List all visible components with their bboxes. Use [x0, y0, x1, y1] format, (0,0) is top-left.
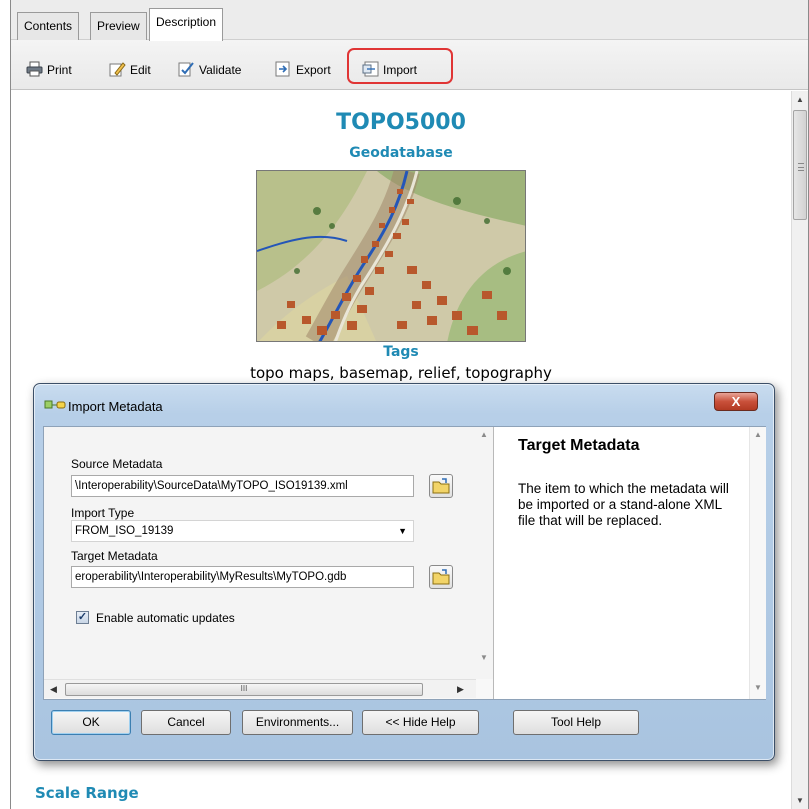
printer-icon [26, 61, 43, 77]
topographic-map-thumbnail [256, 170, 526, 342]
scroll-grip-icon [798, 163, 804, 171]
tab-strip: Contents Preview Description [11, 0, 808, 41]
dialog-title: Import Metadata [68, 399, 163, 414]
edit-icon [109, 62, 126, 77]
scroll-down-arrow-icon[interactable]: ▼ [480, 653, 488, 662]
help-scrollbar[interactable]: ▲ ▼ [749, 427, 766, 699]
open-folder-icon [432, 478, 450, 494]
validate-label: Validate [199, 63, 242, 77]
item-title: TOPO5000 [336, 110, 466, 135]
import-type-select[interactable]: FROM_ISO_19139 ▼ [71, 520, 414, 542]
browse-source-button[interactable] [429, 474, 453, 498]
validate-button[interactable]: Validate [178, 60, 241, 80]
scroll-up-arrow-icon[interactable]: ▲ [480, 430, 488, 439]
close-button[interactable]: X [714, 392, 758, 411]
help-title: Target Metadata [518, 437, 640, 454]
edit-label: Edit [130, 63, 151, 77]
enable-updates-label: Enable automatic updates [96, 611, 235, 625]
export-label: Export [296, 63, 331, 77]
tags-heading: Tags [383, 344, 419, 360]
tool-help-button[interactable]: Tool Help [513, 710, 639, 735]
import-metadata-dialog: Import Metadata X Source Metadata \Inter… [33, 383, 775, 761]
cancel-button[interactable]: Cancel [141, 710, 231, 735]
tab-preview[interactable]: Preview [90, 12, 147, 40]
ok-button[interactable]: OK [51, 710, 131, 735]
parameters-pane: Source Metadata \Interoperability\Source… [44, 427, 494, 699]
description-scrollbar[interactable]: ▲ ▼ [791, 91, 808, 809]
enable-updates-checkbox[interactable]: ✓ [76, 611, 89, 624]
print-button[interactable]: Print [26, 60, 72, 80]
scale-range-heading: Scale Range [35, 784, 139, 802]
environments-button[interactable]: Environments... [242, 710, 353, 735]
import-highlight-annotation [347, 48, 453, 84]
tab-contents[interactable]: Contents [17, 12, 80, 40]
parameters-horizontal-scrollbar[interactable]: ◀ III ▶ [44, 679, 476, 698]
tags-text: topo maps, basemap, relief, topography [250, 364, 552, 382]
export-button[interactable]: Export [275, 60, 331, 80]
target-metadata-input[interactable]: eroperability\Interoperability\MyResults… [71, 566, 414, 588]
parameters-vertical-scrollbar[interactable]: ▲ ▼ [476, 427, 493, 679]
scroll-right-arrow-icon[interactable]: ▶ [457, 684, 464, 695]
scrollbar-thumb[interactable] [793, 110, 807, 220]
scroll-down-arrow-icon[interactable]: ▼ [754, 683, 762, 692]
scroll-down-arrow-icon[interactable]: ▼ [792, 792, 808, 809]
edit-button[interactable]: Edit [109, 60, 151, 80]
import-type-value: FROM_ISO_19139 [75, 525, 174, 537]
dropdown-arrow-icon[interactable]: ▼ [398, 521, 407, 541]
dialog-body: Source Metadata \Interoperability\Source… [43, 426, 766, 700]
source-metadata-label: Source Metadata [71, 457, 163, 471]
export-icon [275, 61, 290, 77]
target-metadata-label: Target Metadata [71, 549, 158, 563]
print-label: Print [47, 63, 72, 77]
scroll-up-arrow-icon[interactable]: ▲ [792, 91, 808, 108]
parameters-area: Source Metadata \Interoperability\Source… [44, 427, 476, 679]
import-type-label: Import Type [71, 506, 135, 520]
horizontal-scroll-thumb[interactable]: III [65, 683, 423, 696]
help-text: The item to which the metadata will be i… [518, 481, 729, 528]
browse-target-button[interactable] [429, 565, 453, 589]
tool-icon [44, 400, 66, 409]
scroll-up-arrow-icon[interactable]: ▲ [754, 430, 762, 439]
source-metadata-input[interactable]: \Interoperability\SourceData\MyTOPO_ISO1… [71, 475, 414, 497]
tab-description[interactable]: Description [149, 8, 224, 41]
description-toolbar: Print Edit Validate Export Import [11, 40, 808, 90]
item-type: Geodatabase [349, 145, 453, 161]
hide-help-button[interactable]: << Hide Help [362, 710, 479, 735]
validate-icon [178, 62, 194, 77]
help-pane: Target Metadata The item to which the me… [496, 427, 749, 699]
scroll-left-arrow-icon[interactable]: ◀ [50, 684, 57, 695]
open-folder-icon [432, 569, 450, 585]
